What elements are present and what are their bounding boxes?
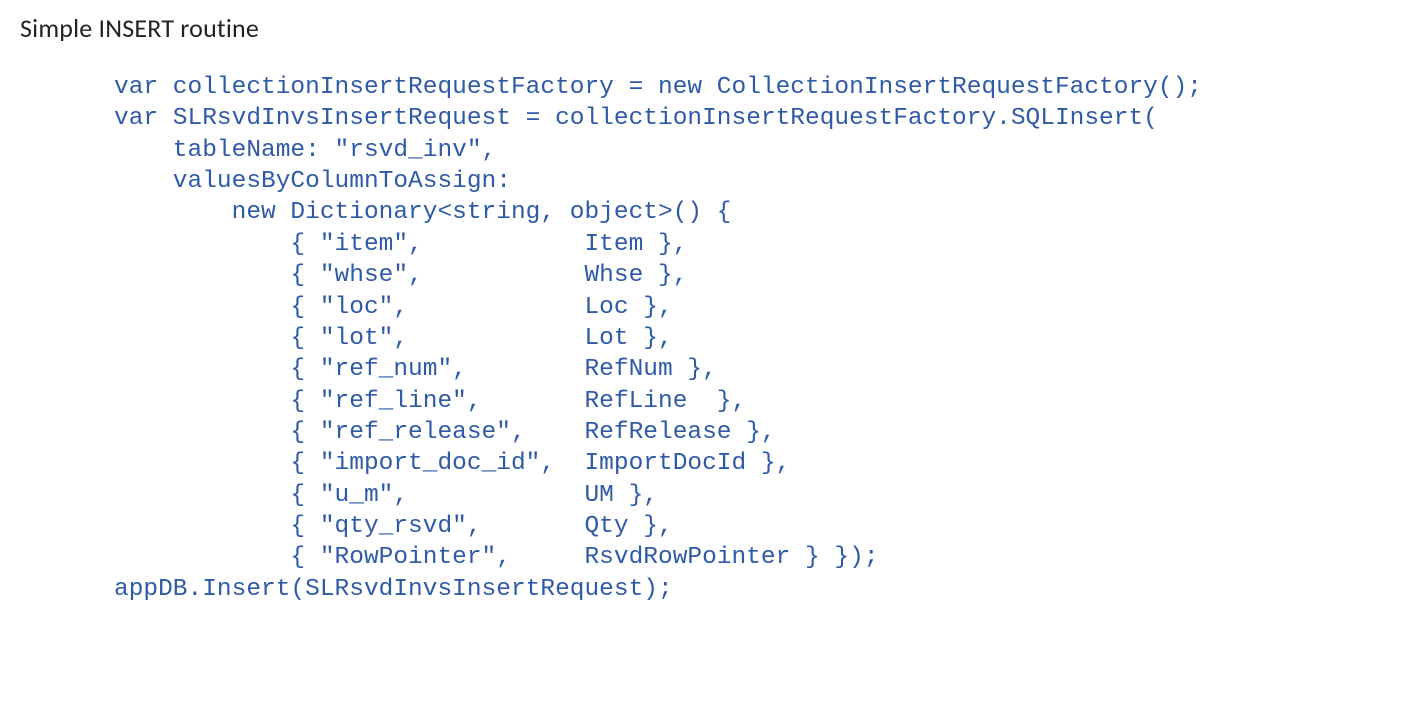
- code-line: { "lot", Lot },: [114, 325, 673, 352]
- code-line: var SLRsvdInvsInsertRequest = collection…: [114, 105, 1158, 132]
- code-line: var collectionInsertRequestFactory = new…: [114, 74, 1202, 101]
- code-line: new Dictionary<string, object>() {: [114, 199, 732, 226]
- page-title: Simple INSERT routine: [20, 12, 1398, 44]
- code-block: var collectionInsertRequestFactory = new…: [114, 72, 1398, 605]
- code-line: { "whse", Whse },: [114, 262, 687, 289]
- code-line: { "RowPointer", RsvdRowPointer } });: [114, 544, 879, 571]
- code-line: appDB.Insert(SLRsvdInvsInsertRequest);: [114, 576, 673, 603]
- code-line: tableName: "rsvd_inv",: [114, 137, 496, 164]
- code-line: { "loc", Loc },: [114, 294, 673, 321]
- code-line: { "qty_rsvd", Qty },: [114, 513, 673, 540]
- code-line: { "item", Item },: [114, 231, 687, 258]
- code-line: valuesByColumnToAssign:: [114, 168, 511, 195]
- code-line: { "ref_num", RefNum },: [114, 356, 717, 383]
- code-line: { "import_doc_id", ImportDocId },: [114, 450, 790, 477]
- code-line: { "u_m", UM },: [114, 482, 658, 509]
- code-line: { "ref_release", RefRelease },: [114, 419, 776, 446]
- code-line: { "ref_line", RefLine },: [114, 388, 746, 415]
- document-page: Simple INSERT routine var collectionInse…: [0, 0, 1418, 605]
